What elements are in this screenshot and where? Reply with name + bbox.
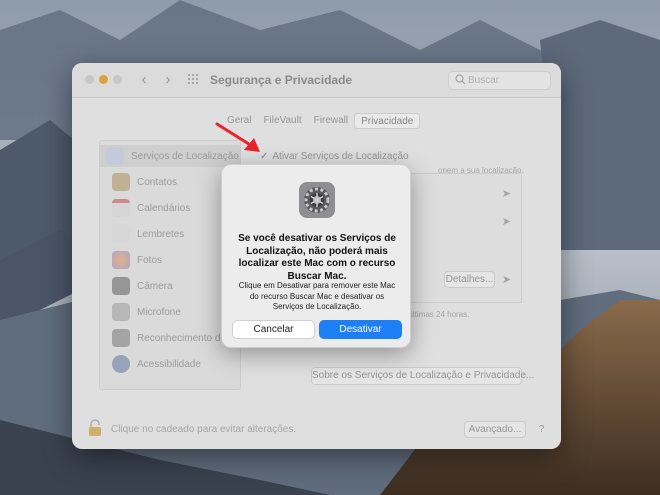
annotation-arrow-icon [215,122,260,152]
disable-location-dialog: Se você desativar os Serviços de Localiz… [221,164,411,348]
dialog-title: Se você desativar os Serviços de Localiz… [238,233,396,282]
cancel-button[interactable]: Cancelar [232,320,315,339]
disable-button[interactable]: Desativar [319,320,402,339]
system-preferences-gear-icon [299,182,335,218]
dialog-message: Clique em Desativar para remover este Ma… [238,281,396,311]
